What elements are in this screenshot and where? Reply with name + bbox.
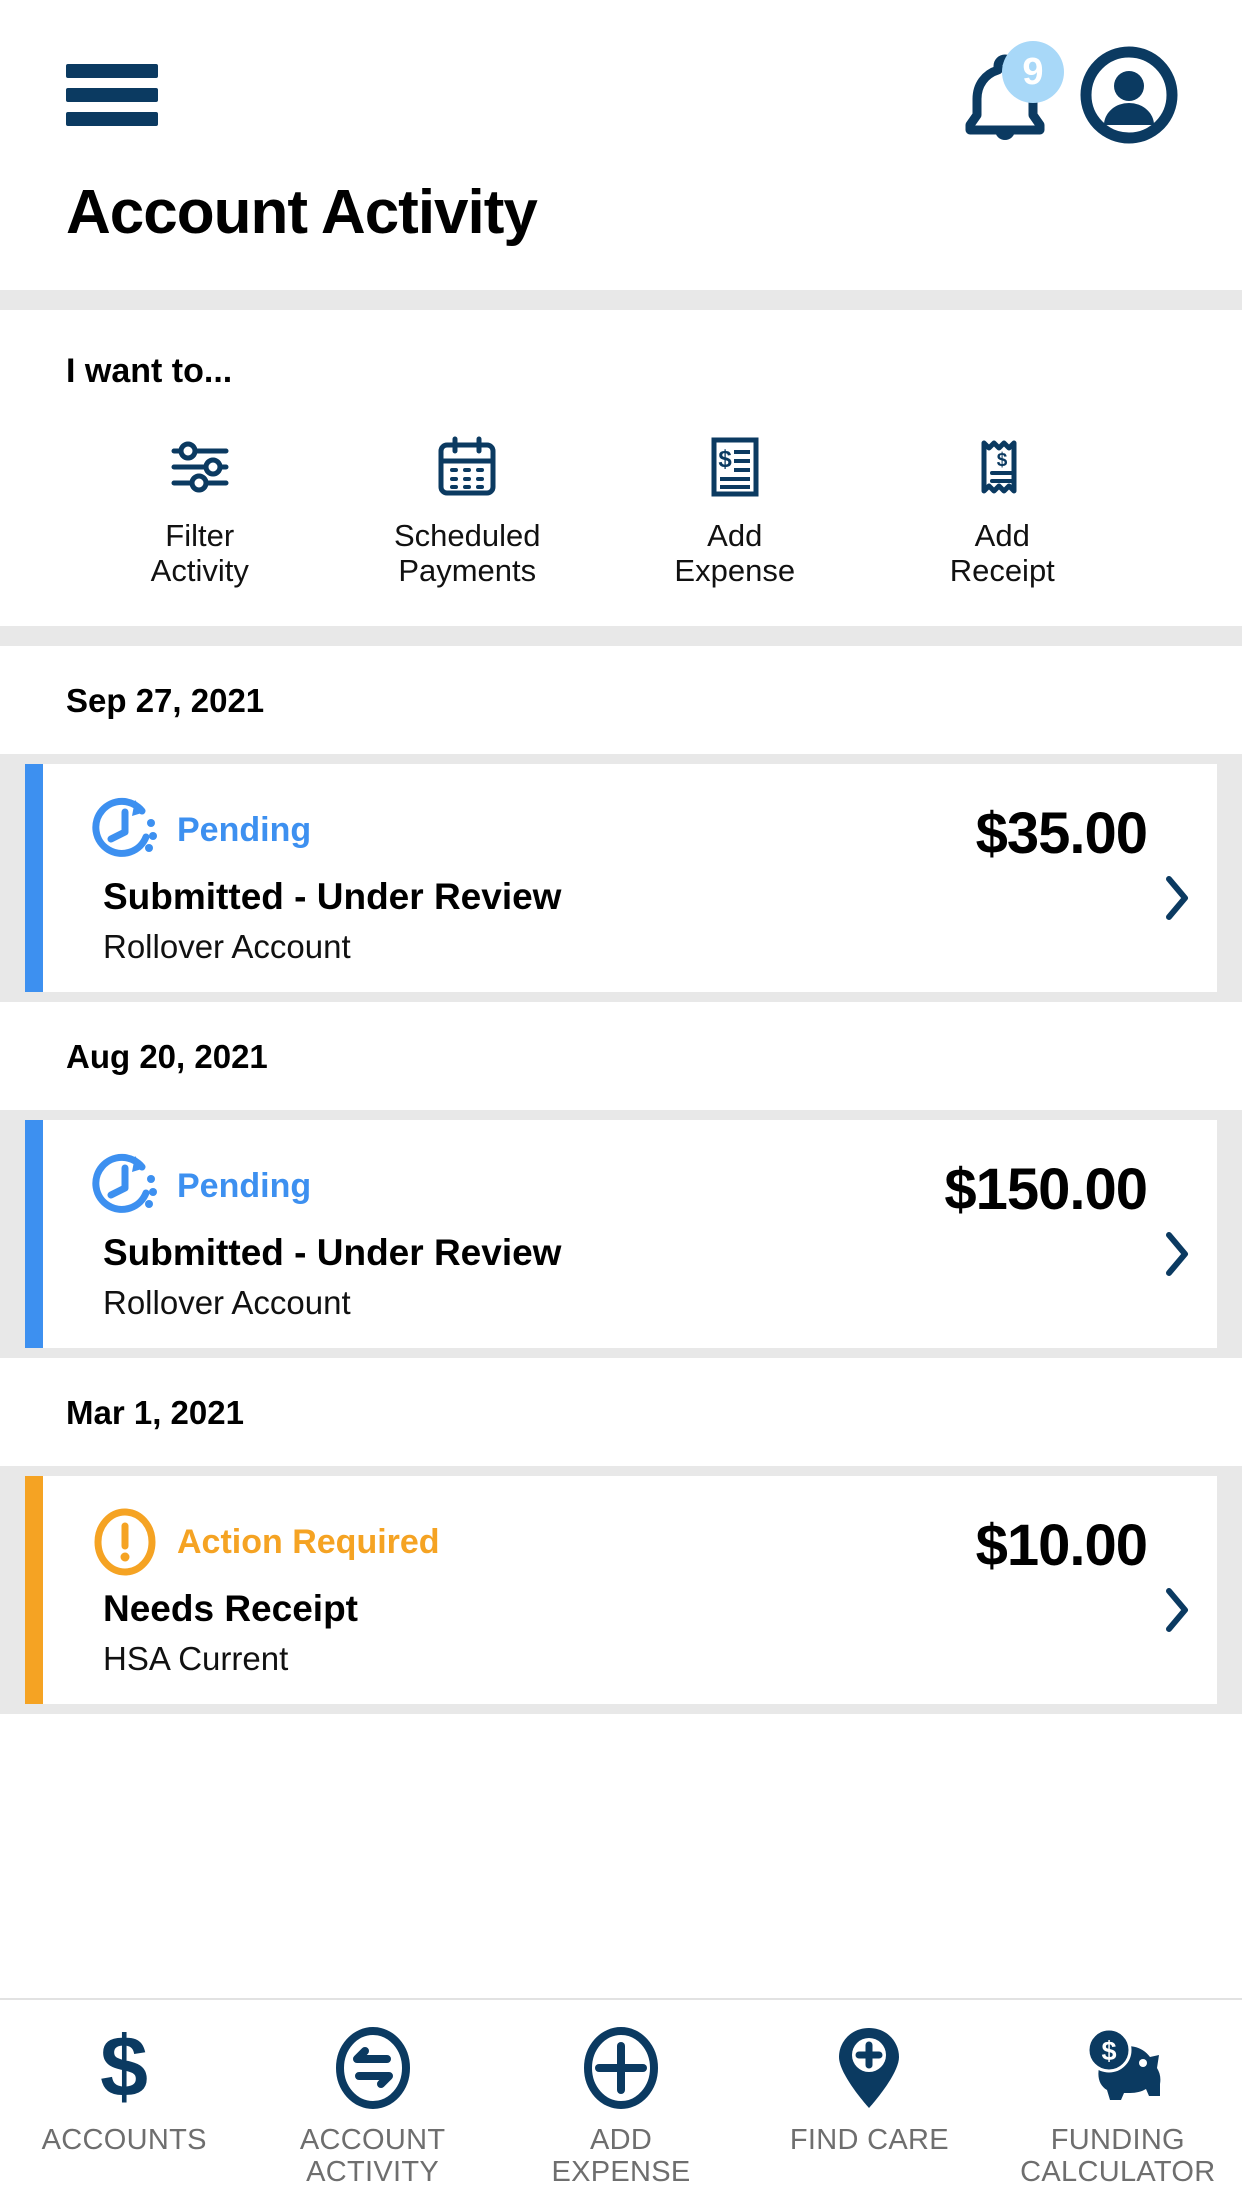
svg-text:$: $: [718, 446, 732, 473]
activity-date-header: Sep 27, 2021: [0, 646, 1242, 755]
notifications-button[interactable]: 9: [964, 41, 1064, 141]
transaction-account: Rollover Account: [103, 928, 351, 966]
nav-label-line2: CALCULATOR: [1020, 2156, 1216, 2189]
nav-label-line1: FUNDING: [1050, 2124, 1185, 2156]
quick-action-label-line1: Add: [707, 518, 763, 553]
nav-label-line1: ADD: [589, 2124, 653, 2156]
transaction-card-band: Pending Submitted - Under Review Rollove…: [0, 1110, 1242, 1359]
nav-item-accounts[interactable]: $ ACCOUNTS: [0, 2022, 248, 2156]
nav-item-account-activity[interactable]: ACCOUNT ACTIVITY: [248, 2022, 496, 2189]
transaction-row[interactable]: Pending Submitted - Under Review Rollove…: [25, 764, 1217, 993]
transaction-card-band: Action Required Needs Receipt HSA Curren…: [0, 1466, 1242, 1715]
quick-actions-heading: I want to...: [66, 352, 233, 390]
status-label: Pending: [177, 810, 312, 849]
chevron-right-icon[interactable]: [1165, 1587, 1191, 1633]
transaction-body: Pending Submitted - Under Review Rollove…: [43, 1120, 1217, 1348]
exclamation-circle-icon: [94, 1508, 156, 1576]
top-app-bar: 9: [0, 0, 1242, 190]
quick-action-add-receipt[interactable]: $ Add Receipt: [869, 431, 1137, 588]
hamburger-bar: [66, 112, 158, 126]
transaction-row[interactable]: Pending Submitted - Under Review Rollove…: [25, 1120, 1217, 1349]
quick-action-label-line2: Payments: [398, 552, 537, 588]
transaction-account: Rollover Account: [103, 1284, 351, 1322]
hamburger-bar: [66, 64, 158, 78]
hamburger-menu-icon[interactable]: [66, 64, 158, 126]
nav-label-line1: ACCOUNTS: [41, 2124, 207, 2156]
status-stripe: [25, 1120, 43, 1349]
transaction-title: Needs Receipt: [103, 1588, 358, 1630]
quick-actions-section: I want to... Filter Activity Scheduled P…: [0, 310, 1242, 627]
notification-badge: 9: [1002, 41, 1064, 103]
nav-item-add-expense[interactable]: ADD EXPENSE: [497, 2022, 745, 2189]
transaction-amount-area: $10.00: [976, 1504, 1191, 1678]
document-dollar-icon: $: [703, 431, 767, 503]
plus-circle-icon: [579, 2022, 663, 2114]
svg-text:$: $: [997, 450, 1008, 471]
sliders-filter-icon: [168, 431, 232, 503]
activity-date-header: Aug 20, 2021: [0, 1002, 1242, 1111]
map-pin-plus-icon: [834, 2022, 904, 2114]
bottom-navigation-bar: $ ACCOUNTS ACCOUNT ACTIVITY ADD EXPENSE …: [0, 1998, 1242, 2208]
transaction-amount-area: $150.00: [944, 1148, 1191, 1322]
nav-label-line1: ACCOUNT: [299, 2124, 446, 2156]
transaction-body: Action Required Needs Receipt HSA Curren…: [43, 1476, 1217, 1704]
quick-action-filter-activity[interactable]: Filter Activity: [66, 431, 334, 588]
dollar-sign-icon: $: [92, 2022, 156, 2114]
section-divider-band: [0, 626, 1242, 647]
transaction-body: Pending Submitted - Under Review Rollove…: [43, 764, 1217, 992]
nav-label-line2: ACTIVITY: [306, 2156, 440, 2189]
svg-text:$: $: [1101, 2036, 1116, 2066]
nav-label-line2: EXPENSE: [551, 2156, 691, 2189]
user-avatar-icon: [1080, 46, 1178, 144]
section-divider-band: [0, 290, 1242, 310]
status-label: Action Required: [177, 1522, 440, 1561]
clock-pending-icon: [92, 798, 157, 858]
nav-label-line1: FIND CARE: [789, 2124, 949, 2156]
quick-action-add-expense[interactable]: $ Add Expense: [601, 431, 869, 588]
quick-action-label-line2: Receipt: [949, 552, 1055, 588]
quick-action-scheduled-payments[interactable]: Scheduled Payments: [334, 431, 602, 588]
transaction-details: Pending Submitted - Under Review Rollove…: [87, 792, 976, 966]
transaction-account: HSA Current: [103, 1640, 289, 1678]
nav-item-find-care[interactable]: FIND CARE: [745, 2022, 993, 2156]
transaction-amount: $10.00: [975, 1513, 1148, 1579]
transaction-title: Submitted - Under Review: [103, 876, 562, 918]
transaction-details: Pending Submitted - Under Review Rollove…: [87, 1148, 944, 1322]
profile-avatar-button[interactable]: [1080, 46, 1178, 144]
header-actions: 9: [964, 41, 1178, 144]
transaction-status-row: Pending: [87, 1148, 944, 1224]
calendar-icon: [435, 431, 499, 503]
transaction-title: Submitted - Under Review: [103, 1232, 562, 1274]
receipt-icon: $: [970, 431, 1034, 503]
transaction-status-row: Action Required: [87, 1504, 976, 1580]
status-stripe: [25, 764, 43, 993]
status-stripe: [25, 1476, 43, 1705]
transaction-card-band: Pending Submitted - Under Review Rollove…: [0, 754, 1242, 1003]
chevron-right-icon[interactable]: [1165, 1231, 1191, 1277]
nav-item-funding-calculator[interactable]: $ FUNDING CALCULATOR: [994, 2022, 1242, 2189]
svg-text:$: $: [100, 2026, 148, 2110]
quick-actions-row: Filter Activity Scheduled Payments $ Add…: [0, 431, 1242, 588]
transaction-status-row: Pending: [87, 792, 976, 868]
hamburger-bar: [66, 88, 158, 102]
quick-action-label-line2: Activity: [150, 552, 249, 588]
page-title: Account Activity: [66, 178, 538, 247]
quick-action-label-line2: Expense: [674, 552, 796, 588]
quick-action-label-line1: Add: [974, 518, 1030, 553]
transfer-circle-icon: [331, 2022, 415, 2114]
app-screen: 9 Account Activity I want to... Filter A…: [0, 0, 1242, 2208]
chevron-right-icon[interactable]: [1165, 875, 1191, 921]
quick-action-label-line1: Scheduled: [393, 518, 541, 553]
transaction-amount: $150.00: [944, 1157, 1148, 1223]
transaction-amount-area: $35.00: [976, 792, 1191, 966]
activity-list: Sep 27, 2021 Pending Submitted - Under R…: [0, 646, 1242, 1715]
transaction-amount: $35.00: [975, 801, 1148, 867]
transaction-row[interactable]: Action Required Needs Receipt HSA Curren…: [25, 1476, 1217, 1705]
clock-pending-icon: [92, 1154, 157, 1214]
transaction-details: Action Required Needs Receipt HSA Curren…: [87, 1504, 976, 1678]
piggy-bank-icon: $: [1071, 2022, 1165, 2114]
quick-action-label-line1: Filter: [165, 518, 235, 553]
activity-date-header: Mar 1, 2021: [0, 1358, 1242, 1467]
status-label: Pending: [177, 1166, 312, 1205]
